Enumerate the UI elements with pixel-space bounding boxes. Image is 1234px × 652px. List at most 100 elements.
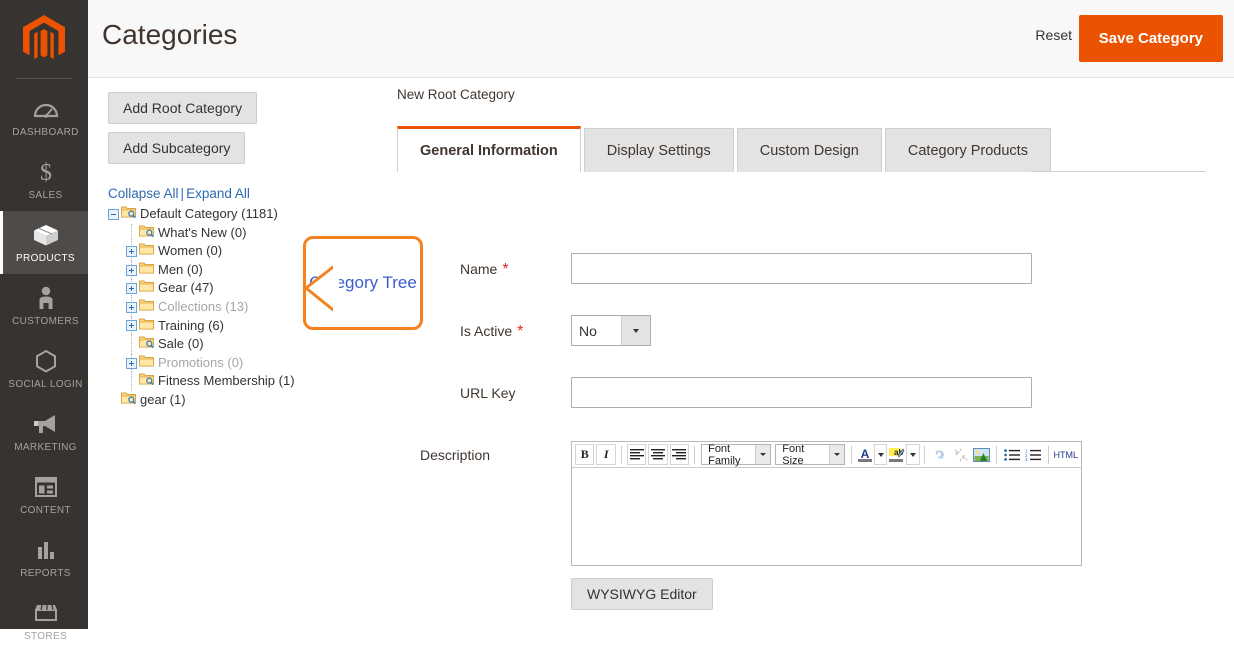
tree-node-label: Default Category (1181) [140, 206, 278, 221]
sidebar-item-content[interactable]: CONTENT [0, 463, 88, 526]
sidebar-item-marketing[interactable]: MARKETING [0, 400, 88, 463]
person-icon [5, 285, 86, 311]
folder-icon [139, 261, 154, 280]
layout-icon [5, 474, 86, 500]
font-size-select[interactable]: Font Size [775, 443, 845, 467]
highlight-icon[interactable]: ab [888, 444, 906, 465]
italic-icon[interactable]: I [596, 444, 616, 465]
collapse-toggle-icon[interactable] [108, 208, 119, 220]
save-category-button[interactable]: Save Category [1078, 15, 1223, 62]
leaf-spacer-icon [126, 339, 137, 350]
chevron-down-icon [828, 445, 844, 464]
magento-logo[interactable] [0, 0, 88, 78]
image-icon[interactable] [972, 444, 992, 465]
add-root-category-button[interactable]: Add Root Category [108, 92, 258, 124]
sidebar-label: DASHBOARD [12, 127, 79, 138]
expand-toggle-icon[interactable] [126, 264, 137, 276]
tab-general-information[interactable]: General Information [397, 126, 581, 172]
sidebar-item-dashboard[interactable]: DASHBOARD [0, 85, 88, 148]
bold-icon[interactable]: B [575, 444, 595, 465]
description-textarea[interactable] [572, 468, 1081, 565]
tree-node-label: Promotions (0) [158, 354, 244, 370]
tree-node-label: Women (0) [158, 243, 223, 259]
sidebar-label: REPORTS [20, 568, 71, 579]
collapse-all-link[interactable]: Collapse All [108, 186, 179, 201]
is-active-required-marker: * [517, 323, 524, 340]
tree-node-label: gear (1) [140, 391, 186, 407]
url-key-label: URL Key [460, 385, 516, 401]
toolbar-separator [996, 445, 998, 464]
add-subcategory-button[interactable]: Add Subcategory [108, 132, 246, 164]
tree-node[interactable]: Promotions (0) [126, 353, 383, 373]
folder-search-icon [139, 224, 154, 243]
align-right-icon[interactable] [669, 444, 690, 465]
expand-toggle-icon[interactable] [126, 245, 137, 257]
tree-node[interactable]: Sale (0) [126, 335, 383, 354]
chevron-down-icon[interactable] [621, 316, 650, 345]
highlight-dropdown-icon[interactable] [906, 444, 920, 465]
expand-toggle-icon[interactable] [126, 301, 137, 313]
is-active-select[interactable]: No [571, 315, 651, 346]
sidebar-label: SOCIAL LOGIN [8, 379, 83, 390]
sidebar-item-products[interactable]: PRODUCTS [0, 211, 88, 274]
dashboard-icon [5, 96, 86, 122]
expand-toggle-icon[interactable] [126, 357, 137, 369]
megaphone-icon [5, 411, 86, 437]
tab-bar-underline [1031, 171, 1206, 172]
sidebar-label: SALES [28, 190, 63, 201]
tab-category-products[interactable]: Category Products [884, 128, 1051, 172]
expand-all-link[interactable]: Expand All [186, 186, 250, 201]
tree-node-label: Training (6) [158, 317, 224, 333]
html-source-icon[interactable]: HTML [1053, 444, 1078, 465]
align-left-icon[interactable] [626, 444, 647, 465]
tab-display-settings[interactable]: Display Settings [583, 128, 734, 172]
store-icon [5, 600, 86, 626]
folder-search-icon [139, 335, 154, 354]
leaf-spacer-icon [126, 376, 137, 387]
name-input[interactable] [571, 253, 1032, 284]
bar-chart-icon [5, 537, 86, 563]
font-family-select[interactable]: Font Family [701, 442, 772, 467]
dollar-icon: $ [5, 159, 86, 186]
sidebar-label: STORES [23, 631, 68, 642]
sidebar-item-reports[interactable]: REPORTS [0, 526, 88, 589]
tree-node-root-2[interactable]: gear (1) [108, 391, 383, 410]
expand-toggle-icon[interactable] [126, 320, 137, 332]
text-color-icon[interactable]: A [856, 444, 874, 465]
reset-button[interactable]: Reset [1035, 27, 1072, 43]
sidebar-item-customers[interactable]: CUSTOMERS [0, 274, 88, 337]
sidebar-label: CONTENT [20, 505, 71, 516]
link-icon[interactable] [929, 444, 949, 465]
svg-text:$: $ [40, 160, 52, 185]
name-label: Name [460, 261, 498, 277]
svg-text:A: A [860, 447, 869, 461]
chevron-down-icon [755, 445, 771, 464]
wysiwyg-editor-button[interactable]: WYSIWYG Editor [571, 578, 713, 610]
tree-node-label: Men (0) [158, 261, 203, 277]
font-family-value: Font Family [708, 442, 741, 467]
svg-text:3: 3 [1025, 457, 1028, 461]
url-key-input[interactable] [571, 377, 1032, 408]
bullet-list-icon[interactable] [1002, 444, 1022, 465]
page-title: Categories [102, 19, 238, 50]
link-separator: | [180, 186, 185, 201]
unlink-icon[interactable] [950, 444, 971, 465]
tree-node-label: Gear (47) [158, 280, 214, 296]
text-color-dropdown-icon[interactable] [874, 444, 888, 465]
callout-arrow-icon [303, 263, 339, 315]
tab-custom-design[interactable]: Custom Design [736, 128, 882, 172]
leaf-spacer-icon [126, 227, 137, 238]
folder-icon [139, 354, 154, 373]
sidebar-item-social-login[interactable]: SOCIAL LOGIN [0, 337, 88, 400]
align-center-icon[interactable] [648, 444, 668, 465]
numbered-list-icon[interactable]: 123 [1023, 444, 1043, 465]
tree-node-label: What's New (0) [158, 224, 247, 240]
hexagon-icon [5, 348, 86, 374]
expand-toggle-icon[interactable] [126, 283, 137, 295]
sidebar-label: PRODUCTS [16, 253, 75, 264]
sidebar-item-stores[interactable]: STORES [0, 589, 88, 652]
folder-search-icon [139, 372, 154, 391]
sidebar-item-sales[interactable]: $ SALES [0, 148, 88, 211]
toolbar-separator [694, 445, 696, 464]
tree-node[interactable]: Fitness Membership (1) [126, 372, 383, 391]
